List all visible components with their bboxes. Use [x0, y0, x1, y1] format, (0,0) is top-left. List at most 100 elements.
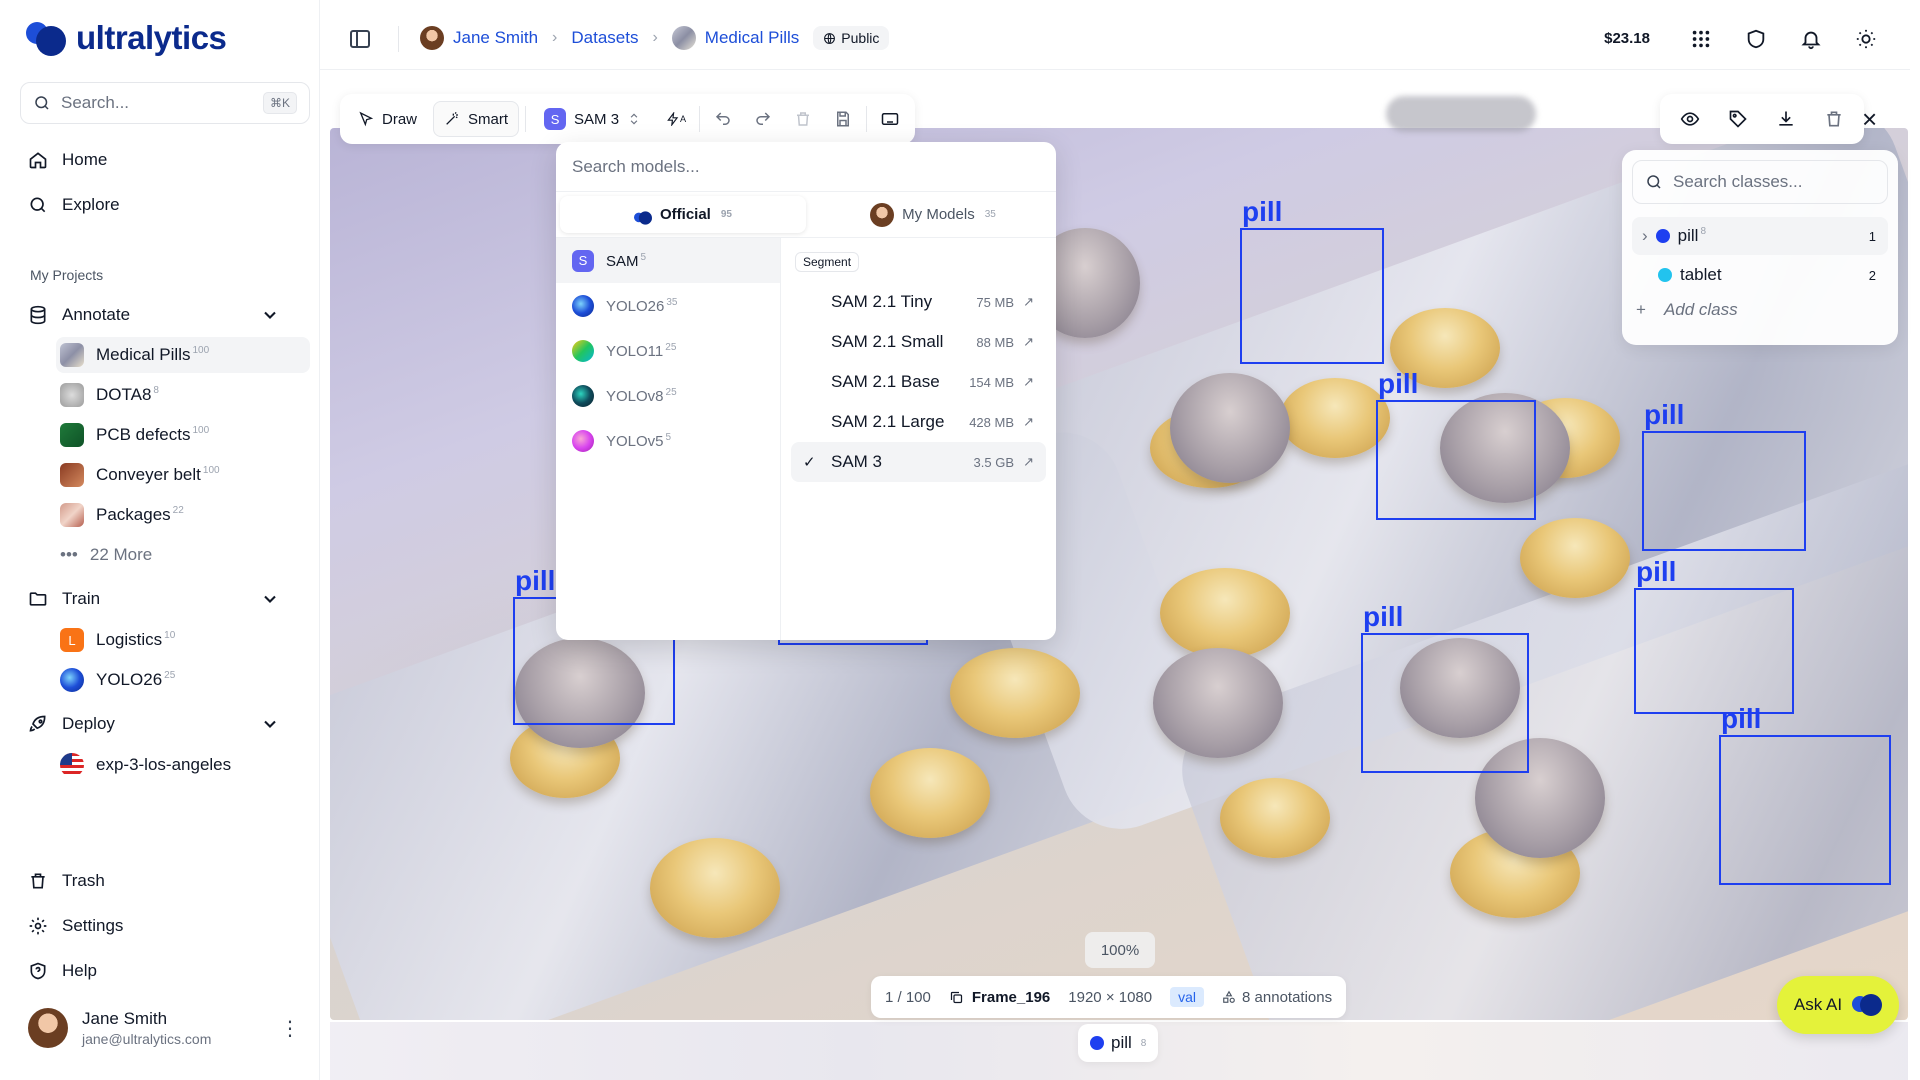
train-item-yolo26[interactable]: YOLO26 25 — [56, 662, 310, 698]
image-info-bar: 1 / 100 Frame_196 1920 × 1080 val 8 anno… — [871, 976, 1347, 1018]
split-badge[interactable]: val — [1170, 987, 1205, 1007]
family-item-yolo11[interactable]: YOLO11 25 — [556, 328, 780, 373]
ellipsis-icon: ••• — [60, 545, 78, 564]
breadcrumb-dataset[interactable]: Medical Pills — [671, 26, 799, 50]
brand-logo[interactable]: ultralytics — [26, 18, 227, 58]
variant-item[interactable]: SAM 2.1 Large 428 MB ↗ — [791, 402, 1046, 442]
chevron-right-icon: › — [652, 29, 658, 46]
rocket-icon — [29, 715, 46, 732]
annotation-box[interactable]: pill — [1361, 601, 1529, 773]
zoom-level[interactable]: 100% — [1085, 932, 1155, 968]
project-item-conveyer-belt[interactable]: Conveyer belt 100 — [56, 457, 310, 493]
project-item-dota8[interactable]: DOTA8 8 — [56, 377, 310, 413]
nav-annotate[interactable]: Annotate — [28, 300, 280, 330]
nav-home[interactable]: Home — [28, 145, 107, 175]
eye-icon — [1680, 112, 1700, 126]
family-item-sam[interactable]: S SAM 5 — [556, 238, 780, 283]
close-icon[interactable]: × — [1862, 104, 1877, 135]
sun-icon[interactable] — [1855, 28, 1877, 50]
sidebar-toggle-icon[interactable] — [350, 30, 370, 48]
breadcrumb-datasets[interactable]: Datasets — [571, 28, 638, 48]
nav-explore[interactable]: Explore — [28, 190, 120, 220]
visibility-badge[interactable]: Public — [813, 26, 890, 50]
smart-tool-button[interactable]: Smart — [433, 101, 520, 137]
delete-image-button[interactable] — [1812, 99, 1856, 139]
annotation-box[interactable]: pill — [1634, 556, 1794, 714]
annotation-label: pill — [1363, 601, 1404, 632]
annotation-box[interactable]: pill — [1240, 196, 1384, 364]
train-item-logistics[interactable]: L Logistics 10 — [56, 622, 310, 658]
keyboard-shortcuts-button[interactable] — [873, 101, 907, 137]
chevron-down-icon — [264, 311, 276, 319]
project-label: DOTA8 8 — [96, 385, 159, 404]
draw-tool-button[interactable]: Draw — [348, 101, 427, 137]
chevron-right-icon[interactable]: › — [1642, 226, 1648, 246]
family-item-yolov8[interactable]: YOLOv8 25 — [556, 373, 780, 418]
add-class-button[interactable]: + Add class — [1636, 300, 1738, 320]
breadcrumb-user[interactable]: Jane Smith — [420, 26, 538, 50]
annotation-label: pill — [1242, 196, 1283, 227]
model-selector[interactable]: S SAM 3 — [532, 101, 653, 137]
save-button[interactable] — [826, 101, 860, 137]
shield-icon[interactable] — [1745, 28, 1767, 50]
external-link-icon[interactable]: ↗ — [1023, 334, 1034, 350]
nav-trash[interactable]: Trash — [28, 866, 105, 896]
visibility-button[interactable] — [1668, 99, 1712, 139]
redo-button[interactable] — [746, 101, 780, 137]
class-item-pill[interactable]: › pill 8 1 — [1632, 217, 1888, 255]
nav-settings[interactable]: Settings — [28, 911, 123, 941]
tag-button[interactable] — [1716, 99, 1760, 139]
kebab-menu-icon[interactable]: ⋮ — [280, 1016, 300, 1041]
undo-button[interactable] — [706, 101, 740, 137]
project-item-medical-pills[interactable]: Medical Pills 100 — [56, 337, 310, 373]
bell-icon[interactable] — [1800, 28, 1822, 50]
project-item-packages[interactable]: Packages 22 — [56, 497, 310, 533]
variant-item[interactable]: SAM 2.1 Small 88 MB ↗ — [791, 322, 1046, 362]
nav-deploy[interactable]: Deploy — [28, 709, 280, 739]
annotation-box[interactable]: pill — [1719, 703, 1891, 885]
nav-train[interactable]: Train — [28, 584, 280, 614]
credits-balance[interactable]: $23.18 — [1604, 30, 1650, 47]
model-search-input[interactable]: Search models... — [556, 142, 1056, 192]
tab-official[interactable]: Official 95 — [560, 196, 806, 233]
annotation-box[interactable]: pill — [1376, 368, 1536, 520]
variant-item-selected[interactable]: ✓ SAM 3 3.5 GB ↗ — [791, 442, 1046, 482]
class-color-dot — [1090, 1036, 1104, 1050]
tab-my-models[interactable]: My Models 35 — [810, 192, 1056, 237]
class-item-tablet[interactable]: tablet 2 — [1632, 256, 1888, 294]
frame-name[interactable]: Frame_196 — [949, 989, 1050, 1006]
nav-help[interactable]: Help — [28, 956, 97, 986]
user-profile[interactable]: Jane Smith jane@ultralytics.com ⋮ — [28, 1008, 300, 1048]
auto-label-button[interactable]: A — [659, 101, 693, 137]
project-item-pcb-defects[interactable]: PCB defects 100 — [56, 417, 310, 453]
gear-icon — [29, 917, 47, 935]
download-button[interactable] — [1764, 99, 1808, 139]
active-class-chip[interactable]: pill 8 — [1078, 1024, 1159, 1062]
delete-button[interactable] — [786, 101, 820, 137]
active-class-count: 8 — [1140, 1037, 1147, 1049]
external-link-icon[interactable]: ↗ — [1023, 374, 1034, 390]
external-link-icon[interactable]: ↗ — [1023, 414, 1034, 430]
yolov5-icon — [572, 429, 594, 452]
project-item-more[interactable]: ••• 22 More — [56, 537, 310, 573]
ask-ai-button[interactable]: Ask AI — [1777, 976, 1899, 1034]
annotation-box[interactable]: pill — [1642, 399, 1806, 551]
nav-annotate-label: Annotate — [62, 305, 131, 324]
variant-item[interactable]: SAM 2.1 Tiny 75 MB ↗ — [791, 282, 1046, 322]
family-item-yolov5[interactable]: YOLOv5 5 — [556, 418, 780, 463]
variant-item[interactable]: SAM 2.1 Base 154 MB ↗ — [791, 362, 1046, 402]
apps-grid-icon[interactable] — [1690, 28, 1712, 50]
active-class-label: pill — [1111, 1033, 1132, 1052]
external-link-icon[interactable]: ↗ — [1023, 454, 1034, 470]
pill-image — [1520, 518, 1630, 598]
user-email: jane@ultralytics.com — [82, 1031, 212, 1047]
nav-trash-label: Trash — [62, 871, 105, 890]
project-label: Conveyer belt 100 — [96, 465, 220, 484]
class-search-input[interactable]: Search classes... — [1632, 160, 1888, 204]
family-item-yolo26[interactable]: YOLO26 35 — [556, 283, 780, 328]
breadcrumb: Jane Smith › Datasets › Medical Pills Pu… — [420, 26, 890, 50]
external-link-icon[interactable]: ↗ — [1023, 294, 1034, 310]
deploy-item-exp-3-los-angeles[interactable]: exp-3-los-angeles — [56, 747, 310, 783]
sidebar-search-input[interactable]: Search... ⌘K — [20, 82, 310, 124]
copy-icon — [950, 991, 962, 1003]
